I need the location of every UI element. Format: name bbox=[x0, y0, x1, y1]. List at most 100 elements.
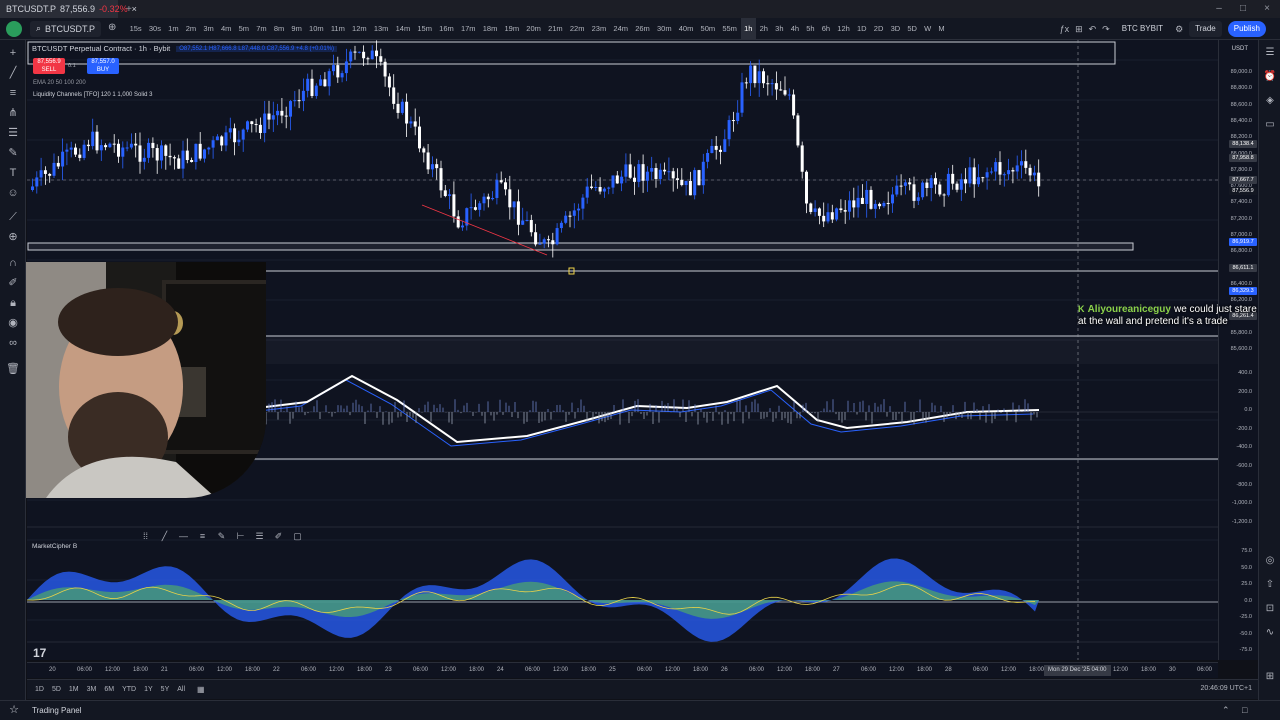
undo-icon[interactable]: ↶ bbox=[1089, 24, 1097, 35]
trash-icon[interactable]: 🗑︎ bbox=[6, 362, 20, 376]
layers-icon[interactable]: ◈ bbox=[1263, 94, 1277, 108]
line-tool-icon[interactable]: ╱ bbox=[157, 529, 172, 543]
rectangle-tool-icon[interactable]: ▢ bbox=[290, 529, 305, 543]
price-axis[interactable]: USDT 89,000.0 88,800.0 88,600.0 88,400.0 88,… bbox=[1218, 40, 1258, 660]
calendar-icon[interactable]: ▦ bbox=[197, 685, 205, 694]
interval-21m[interactable]: 21m bbox=[544, 18, 566, 40]
target-icon[interactable]: ◎ bbox=[1263, 554, 1277, 568]
trendline-icon[interactable]: ╱ bbox=[6, 66, 20, 80]
measure-tool-icon[interactable]: ⊢ bbox=[233, 529, 248, 543]
interval-22m[interactable]: 22m bbox=[566, 18, 588, 40]
interval-13m[interactable]: 13m bbox=[370, 18, 392, 40]
new-tab-icon[interactable]: + bbox=[126, 4, 132, 15]
interval-5m[interactable]: 5m bbox=[235, 18, 253, 40]
interval-15m[interactable]: 15m bbox=[414, 18, 436, 40]
interval-9m[interactable]: 9m bbox=[288, 18, 306, 40]
lock-icon[interactable]: 🔒︎ bbox=[6, 296, 20, 310]
interval-4h[interactable]: 4h bbox=[787, 18, 803, 40]
interval-5D[interactable]: 5D bbox=[904, 18, 921, 40]
interval-W[interactable]: W bbox=[921, 18, 935, 40]
interval-11m[interactable]: 11m bbox=[327, 18, 348, 40]
cipher-indicator-label[interactable]: MarketCipher B bbox=[32, 543, 77, 550]
rocket-icon[interactable]: ⇧ bbox=[1263, 578, 1277, 592]
crosshair-icon[interactable]: + bbox=[6, 46, 20, 60]
brush-icon[interactable]: ✎ bbox=[6, 146, 20, 160]
interval-1D[interactable]: 1D bbox=[853, 18, 870, 40]
interval-M[interactable]: M bbox=[935, 18, 948, 40]
interval-5h[interactable]: 5h bbox=[803, 18, 819, 40]
clock[interactable]: 20:46:09 UTC+1 bbox=[1200, 685, 1252, 692]
interval-8m[interactable]: 8m bbox=[270, 18, 288, 40]
emoji-icon[interactable]: ☺ bbox=[6, 186, 20, 200]
settings-icon[interactable]: ⚙ bbox=[1175, 24, 1183, 35]
indicator-ema[interactable]: EMA 20 50 100 200 bbox=[33, 80, 86, 86]
ray-tool-icon[interactable]: — bbox=[176, 529, 191, 543]
interval-30m[interactable]: 30m bbox=[653, 18, 675, 40]
interval-30s[interactable]: 30s bbox=[145, 18, 164, 40]
alerts-icon[interactable]: ⏰ bbox=[1263, 70, 1277, 84]
indicator-liquidity[interactable]: Liquidity Channels [TFO] 120 1 1,000 Sol… bbox=[33, 92, 152, 98]
interval-7m[interactable]: 7m bbox=[253, 18, 271, 40]
range-1Y[interactable]: 1Y bbox=[140, 686, 157, 693]
interval-2h[interactable]: 2h bbox=[756, 18, 772, 40]
fib-tool-icon[interactable]: ☰ bbox=[252, 529, 267, 543]
link-icon[interactable]: ∞ bbox=[6, 336, 20, 350]
range-6M[interactable]: 6M bbox=[100, 686, 118, 693]
interval-19m[interactable]: 19m bbox=[501, 18, 523, 40]
magnet-icon[interactable]: ∩ bbox=[6, 256, 20, 270]
apps-icon[interactable]: ⊞ bbox=[1263, 670, 1277, 684]
text-icon[interactable]: T bbox=[6, 166, 20, 180]
interval-3h[interactable]: 3h bbox=[772, 18, 788, 40]
close-window-icon[interactable]: × bbox=[1260, 2, 1274, 16]
indicators-icon[interactable]: ƒx bbox=[1060, 24, 1070, 34]
symbol-search[interactable]: ⌕ BTCUSDT.P bbox=[30, 20, 102, 37]
range-3M[interactable]: 3M bbox=[83, 686, 101, 693]
interval-40m[interactable]: 40m bbox=[675, 18, 697, 40]
interval-3m[interactable]: 3m bbox=[200, 18, 218, 40]
interval-17m[interactable]: 17m bbox=[457, 18, 479, 40]
layout-icon[interactable]: ⊞ bbox=[1075, 24, 1083, 35]
currency-label[interactable]: USDT bbox=[1232, 46, 1248, 52]
interval-2D[interactable]: 2D bbox=[870, 18, 887, 40]
interval-20m[interactable]: 20m bbox=[523, 18, 545, 40]
range-5D[interactable]: 5D bbox=[48, 686, 65, 693]
interval-16m[interactable]: 16m bbox=[436, 18, 458, 40]
exchange-label[interactable]: BTC BYBIT bbox=[1116, 21, 1169, 37]
minimize-icon[interactable]: – bbox=[1212, 2, 1226, 16]
redo-icon[interactable]: ↷ bbox=[1102, 24, 1110, 35]
close-tab-icon[interactable]: × bbox=[132, 4, 137, 14]
watchlist-icon[interactable]: ☰ bbox=[1263, 46, 1277, 60]
collapse-panel-icon[interactable]: ⌃ bbox=[1222, 705, 1230, 716]
interval-18m[interactable]: 18m bbox=[479, 18, 501, 40]
interval-14m[interactable]: 14m bbox=[392, 18, 414, 40]
browser-tab[interactable]: BTCUSDT.P 87,556.9 -0.32% × bbox=[0, 0, 137, 18]
interval-4m[interactable]: 4m bbox=[217, 18, 235, 40]
interval-6h[interactable]: 6h bbox=[818, 18, 834, 40]
ruler-icon[interactable]: ⟋ bbox=[6, 210, 20, 224]
sell-button[interactable]: 87,556.9 SELL bbox=[33, 58, 65, 74]
range-1D[interactable]: 1D bbox=[31, 686, 48, 693]
interval-23m[interactable]: 23m bbox=[588, 18, 610, 40]
maximize-panel-icon[interactable]: □ bbox=[1242, 705, 1247, 715]
interval-50m[interactable]: 50m bbox=[697, 18, 719, 40]
chat-icon[interactable]: ▭ bbox=[1263, 118, 1277, 132]
publish-button[interactable]: Publish bbox=[1227, 21, 1266, 37]
interval-10m[interactable]: 10m bbox=[305, 18, 327, 40]
buy-button[interactable]: 87,557.0 BUY bbox=[87, 58, 119, 74]
horizontal-lines-icon[interactable]: ≡ bbox=[6, 86, 20, 100]
user-avatar-icon[interactable] bbox=[6, 21, 22, 37]
pen-tool-icon[interactable]: ✐ bbox=[271, 529, 286, 543]
pulse-icon[interactable]: ∿ bbox=[1263, 626, 1277, 640]
interval-55m[interactable]: 55m bbox=[719, 18, 741, 40]
interval-15s[interactable]: 15s bbox=[126, 18, 145, 40]
hlines-tool-icon[interactable]: ≡ bbox=[195, 529, 210, 543]
maximize-icon[interactable]: □ bbox=[1236, 2, 1250, 16]
time-axis[interactable]: 06:003018:0012:0006:002918:0012:0006:002… bbox=[27, 662, 1218, 678]
interval-1m[interactable]: 1m bbox=[165, 18, 183, 40]
legend-title[interactable]: BTCUSDT Perpetual Contract · 1h · Bybit bbox=[32, 44, 170, 53]
range-YTD[interactable]: YTD bbox=[118, 686, 140, 693]
interval-12m[interactable]: 12m bbox=[348, 18, 370, 40]
range-5Y[interactable]: 5Y bbox=[157, 686, 174, 693]
interval-2m[interactable]: 2m bbox=[182, 18, 200, 40]
drag-handle-icon[interactable]: ⁞⁞ bbox=[138, 529, 153, 543]
